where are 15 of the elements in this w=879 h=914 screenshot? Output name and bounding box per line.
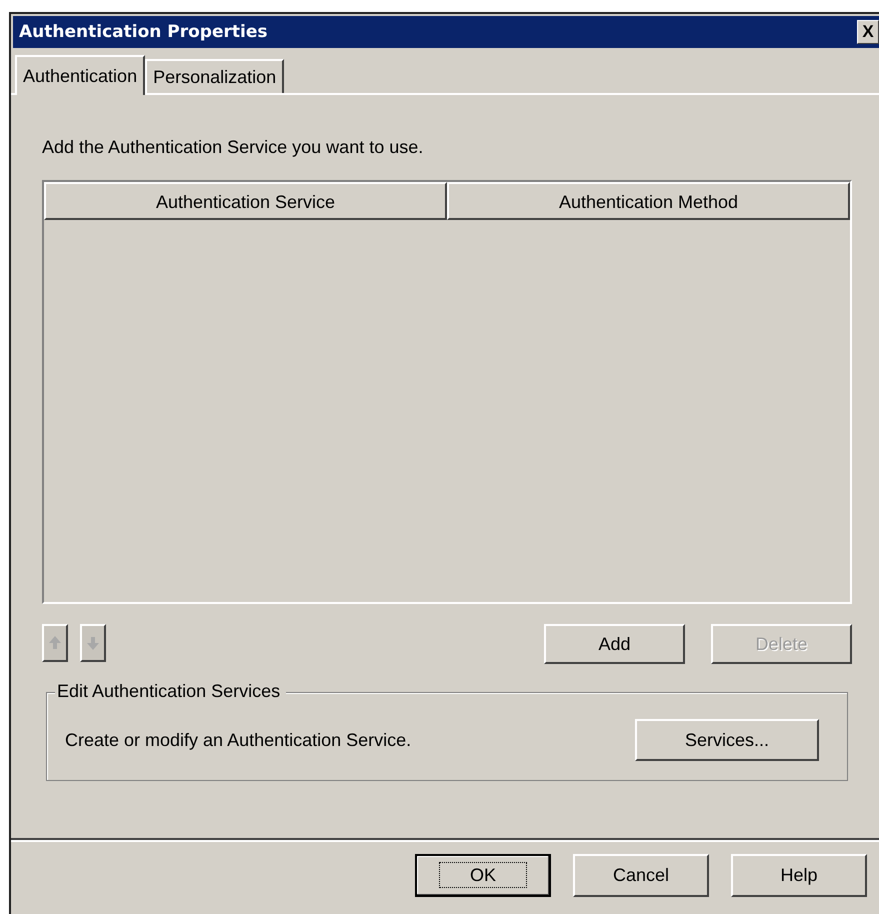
dialog-button[interactable]: Help — [731, 854, 867, 897]
up-arrow-icon — [47, 634, 63, 652]
dialog-button[interactable]: OK — [415, 854, 551, 897]
window-title: Authentication Properties — [19, 22, 268, 42]
column-header[interactable]: Authentication Service — [44, 182, 447, 220]
down-arrow-icon — [85, 634, 101, 652]
instruction-text: Add the Authentication Service you want to use. — [42, 137, 424, 158]
dialog-button[interactable]: Cancel — [573, 854, 709, 897]
tab[interactable]: Personalization — [145, 59, 284, 93]
services-button[interactable]: Services... — [635, 719, 819, 761]
group-description: Create or modify an Authentication Service. — [65, 730, 412, 750]
close-button[interactable]: X — [857, 20, 879, 44]
action-button[interactable]: Add — [544, 624, 685, 664]
tab[interactable]: Authentication — [15, 55, 146, 95]
column-header[interactable]: Authentication Method — [447, 182, 850, 220]
